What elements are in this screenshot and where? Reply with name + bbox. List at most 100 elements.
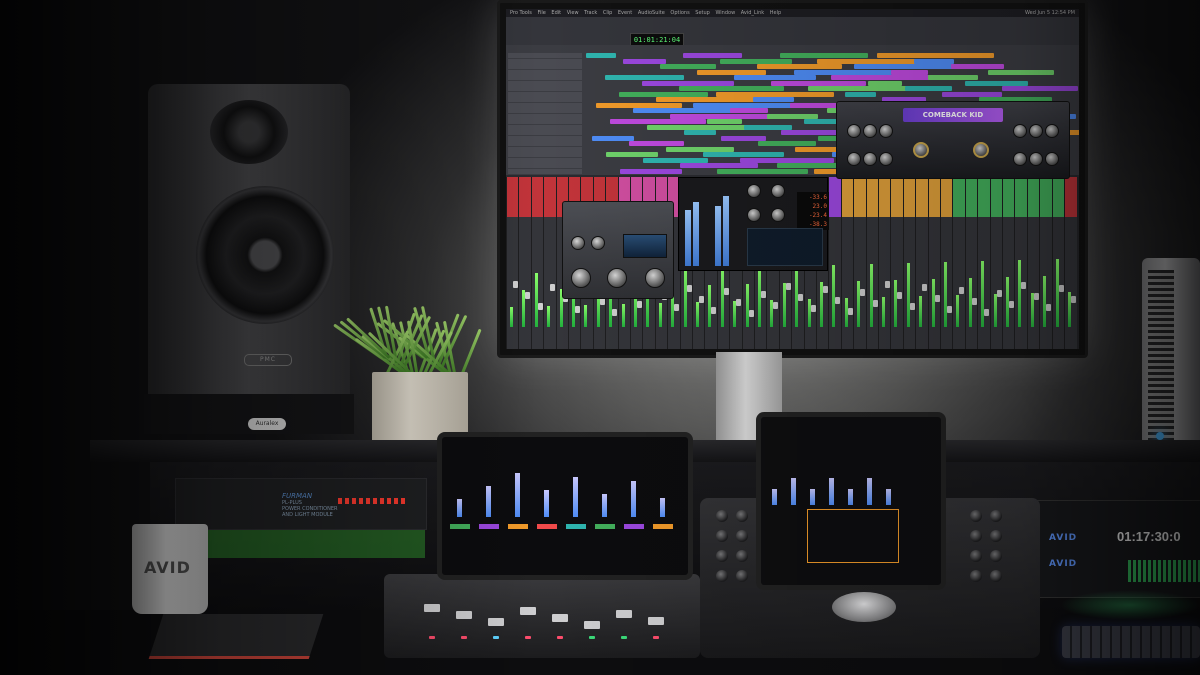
track-header[interactable] — [508, 80, 582, 86]
channel-fader[interactable] — [1046, 304, 1052, 311]
tablet-channel[interactable] — [653, 443, 673, 539]
channel-fader[interactable] — [909, 303, 915, 310]
channel-fader[interactable] — [885, 281, 890, 288]
jog-wheel[interactable] — [832, 592, 896, 622]
channel-fader[interactable] — [686, 285, 692, 292]
tablet-channel[interactable] — [508, 443, 528, 539]
rotary-encoder[interactable] — [970, 510, 982, 522]
channel-fader[interactable] — [612, 309, 618, 316]
audio-clip[interactable] — [666, 146, 734, 152]
channel-insert-area[interactable] — [978, 177, 991, 217]
menu-item-view[interactable]: View — [567, 10, 579, 16]
plugin-knob[interactable] — [1029, 152, 1043, 166]
channel-insert-area[interactable] — [1065, 177, 1077, 217]
audio-clip[interactable] — [891, 69, 928, 75]
audio-clip[interactable] — [707, 119, 742, 124]
plugin-knob[interactable] — [863, 124, 877, 138]
tablet-channel[interactable] — [624, 443, 644, 539]
audio-clip[interactable] — [684, 130, 716, 135]
audio-clip[interactable] — [586, 53, 616, 58]
rotary-encoder[interactable] — [736, 530, 748, 542]
channel-fader[interactable] — [984, 309, 990, 316]
channel-name-tag[interactable] — [450, 524, 470, 529]
channel-fader[interactable] — [934, 295, 940, 302]
audio-clip[interactable] — [656, 97, 758, 102]
channel-fader[interactable] — [1071, 296, 1076, 303]
channel-fader[interactable] — [860, 289, 866, 296]
channel-fader[interactable] — [711, 307, 717, 314]
mixer-channel-strip[interactable] — [1014, 177, 1028, 349]
audio-clip[interactable] — [757, 64, 842, 69]
channel-fader[interactable] — [847, 308, 853, 315]
track-header[interactable] — [508, 135, 582, 141]
audio-clip[interactable] — [606, 152, 658, 157]
rotary-encoder[interactable] — [990, 530, 1002, 542]
channel-fader[interactable] — [537, 303, 543, 310]
menu-item-window[interactable]: Window — [715, 10, 735, 16]
track-header[interactable] — [508, 168, 582, 174]
track-header[interactable] — [508, 124, 582, 130]
channel-fader[interactable] — [1009, 301, 1014, 308]
channel-fader[interactable] — [1033, 293, 1039, 300]
audio-clip[interactable] — [767, 113, 818, 119]
track-header[interactable] — [508, 146, 582, 152]
audio-clip[interactable] — [605, 75, 684, 80]
channel-insert-area[interactable] — [829, 177, 842, 217]
track-header[interactable] — [508, 113, 582, 119]
plugin-knob[interactable] — [1029, 124, 1043, 138]
audio-clip[interactable] — [905, 86, 952, 91]
audio-clip[interactable] — [914, 58, 954, 64]
plugin-knob[interactable] — [879, 124, 893, 138]
plugin-knob[interactable] — [771, 184, 785, 198]
audio-clip[interactable] — [1002, 86, 1078, 91]
right-tablet-control[interactable] — [756, 412, 946, 590]
mixer-channel-strip[interactable] — [865, 177, 879, 349]
channel-insert-area[interactable] — [903, 177, 916, 217]
channel-fader[interactable] — [810, 305, 816, 312]
track-header[interactable] — [508, 130, 582, 135]
mixer-channel-strip[interactable] — [1051, 177, 1065, 349]
left-tablet-mixer[interactable] — [437, 432, 693, 580]
plugin-knob[interactable] — [571, 236, 585, 250]
track-header[interactable] — [508, 157, 582, 163]
channel-insert-area[interactable] — [507, 177, 519, 217]
channel-insert-area[interactable] — [519, 177, 532, 217]
track-header[interactable] — [508, 119, 582, 124]
mixer-channel-strip[interactable] — [952, 177, 966, 349]
channel-fader[interactable] — [971, 298, 977, 305]
mixer-channel-strip[interactable] — [530, 177, 544, 349]
audio-clip[interactable] — [794, 69, 892, 75]
audio-clip[interactable] — [734, 75, 816, 80]
audio-clip[interactable] — [808, 86, 916, 91]
comeback-kid-plugin[interactable]: COMEBACK KID — [836, 101, 1070, 179]
menu-item-track[interactable]: Track — [584, 10, 597, 16]
plugin-knob[interactable] — [645, 268, 665, 288]
plugin-knob[interactable] — [847, 152, 861, 166]
channel-name-tag[interactable] — [479, 524, 499, 529]
mixer-channel-strip[interactable] — [506, 177, 519, 349]
hardware-fader[interactable] — [456, 611, 472, 619]
mixer-channel-strip[interactable] — [890, 177, 904, 349]
rotary-encoder[interactable] — [736, 510, 748, 522]
audio-clip[interactable] — [753, 97, 794, 102]
mixer-channel-strip[interactable] — [989, 177, 1003, 349]
channel-insert-area[interactable] — [965, 177, 978, 217]
hardware-fader[interactable] — [584, 621, 600, 629]
track-header[interactable] — [508, 141, 582, 146]
plugin-knob[interactable] — [591, 236, 605, 250]
audio-clip[interactable] — [680, 163, 758, 168]
rotary-encoder[interactable] — [990, 510, 1002, 522]
mixer-channel-strip[interactable] — [543, 177, 557, 349]
menu-item-edit[interactable]: Edit — [551, 10, 561, 16]
mixer-channel-strip[interactable] — [964, 177, 978, 349]
rotary-encoder[interactable] — [716, 550, 728, 562]
channel-fader[interactable] — [637, 301, 642, 308]
compressor-plugin[interactable] — [562, 201, 674, 299]
audio-clip[interactable] — [683, 53, 742, 58]
audio-clip[interactable] — [781, 130, 842, 135]
track-header[interactable] — [508, 152, 582, 157]
channel-insert-area[interactable] — [866, 177, 879, 217]
channel-insert-area[interactable] — [1003, 177, 1015, 217]
audio-clip[interactable] — [720, 58, 792, 64]
mixer-channel-strip[interactable] — [518, 177, 532, 349]
